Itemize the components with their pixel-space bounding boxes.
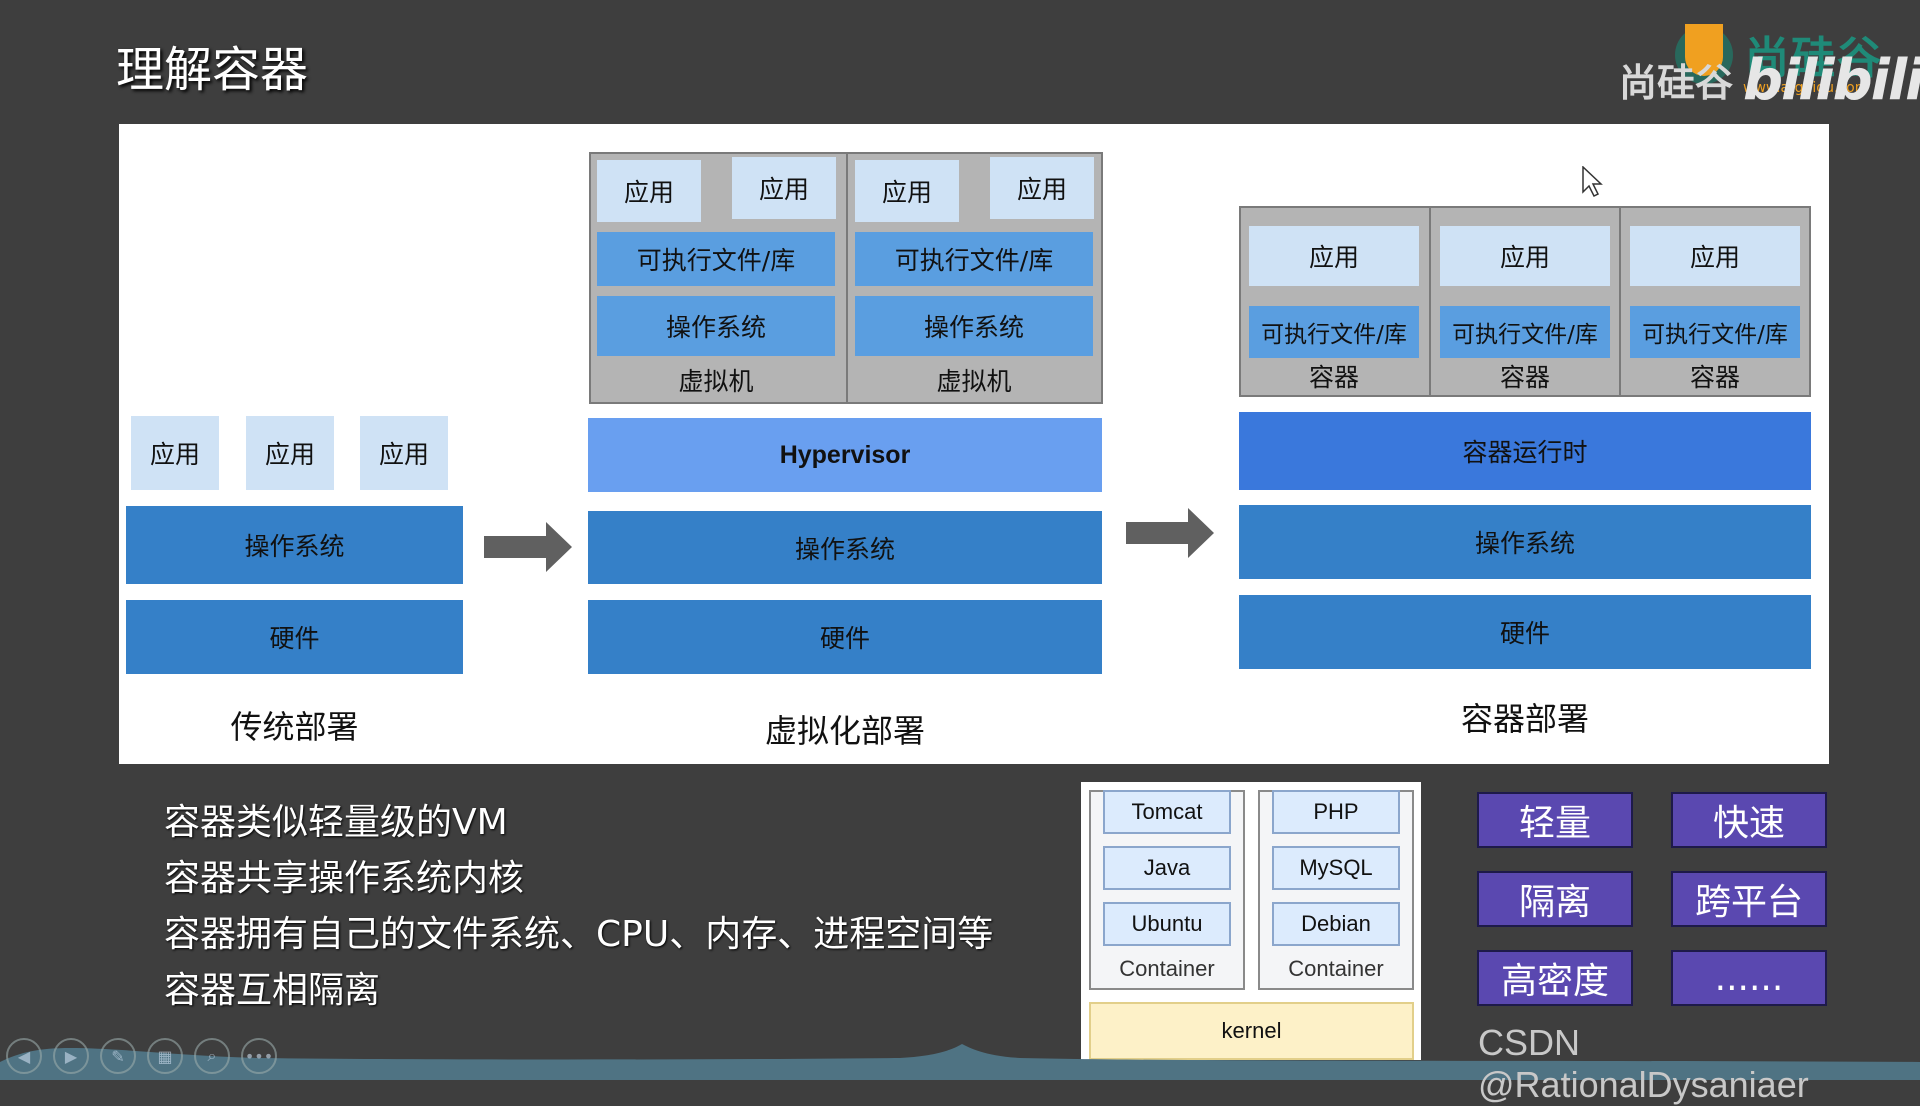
mouse-cursor-icon [1582,166,1603,198]
vm1-label: 虚拟机 [678,367,754,396]
slides-icon[interactable]: ▦ [147,1038,183,1074]
container1-label: 容器 [1308,363,1359,392]
layer-debian: Debian [1272,902,1400,946]
arrow-right-icon [1126,508,1214,558]
layer-tomcat: Tomcat [1103,790,1231,834]
virtualized-caption: 虚拟化部署 [764,712,925,750]
traditional-caption: 传统部署 [230,708,359,746]
feature-fast: 快速 [1671,792,1827,848]
feature-isolation: 隔离 [1477,871,1633,927]
hypervisor-layer: Hypervisor [588,418,1102,492]
csdn-watermark: CSDN @RationalDysaniaer [1478,1022,1809,1105]
vm2-os: 操作系统 [855,296,1093,356]
arrow-right-icon [484,522,572,572]
feature-cross-platform: 跨平台 [1671,871,1827,927]
container-divider-1 [1429,206,1431,397]
previous-icon[interactable]: ◀ [6,1038,42,1074]
feature-lightweight: 轻量 [1477,792,1633,848]
feature-high-density: 高密度 [1477,950,1633,1006]
vm1-app-2: 应用 [732,157,836,219]
traditional-hardware: 硬件 [126,600,463,674]
zoom-icon[interactable]: ⌕ [194,1038,230,1074]
container-os: 操作系统 [1239,505,1811,579]
feature-more: ...... [1671,950,1827,1006]
vm1-os: 操作系统 [597,296,835,356]
slide-title: 理解容器 [116,42,309,98]
bullet-item: 容器共享操作系统内核 [164,858,525,899]
container-runtime-layer: 容器运行时 [1239,412,1811,490]
container-example-diagram: Tomcat Java Ubuntu Container PHP MySQL D… [1081,782,1421,1060]
container2-label: 容器 [1499,363,1550,392]
traditional-app-1: 应用 [131,416,219,490]
brand-logo: 尚硅谷 www.atguigu.com bilibili 尚硅谷 [1615,22,1920,113]
layer-php: PHP [1272,790,1400,834]
virtualized-os: 操作系统 [588,511,1102,584]
traditional-app-2: 应用 [246,416,334,490]
virtualized-hardware: 硬件 [588,600,1102,674]
container3-libs: 可执行文件/库 [1630,306,1800,358]
pen-icon[interactable]: ✎ [100,1038,136,1074]
container2-app: 应用 [1440,226,1610,286]
container-hardware: 硬件 [1239,595,1811,669]
vm-divider [846,152,848,404]
container-label: Container [1288,956,1384,981]
logo-brand-text: 尚硅谷 [1619,61,1734,105]
layer-mysql: MySQL [1272,846,1400,890]
layer-ubuntu: Ubuntu [1103,902,1231,946]
container1-app: 应用 [1249,226,1419,286]
container-divider-2 [1619,206,1621,397]
vm1-app-1: 应用 [597,160,701,222]
vm2-app-2: 应用 [990,157,1094,219]
container-label: Container [1119,956,1215,981]
container-caption: 容器部署 [1460,700,1589,738]
container3-app: 应用 [1630,226,1800,286]
vm2-label: 虚拟机 [936,367,1012,396]
bullet-list: 容器类似轻量级的VM 容器共享操作系统内核 容器拥有自己的文件系统、CPU、内存… [164,795,993,1019]
more-icon[interactable]: ••• [241,1038,277,1074]
layer-java: Java [1103,846,1231,890]
bullet-item: 容器互相隔离 [164,970,381,1011]
traditional-app-3: 应用 [360,416,448,490]
bilibili-logo: bilibili [1743,48,1920,113]
traditional-os: 操作系统 [126,506,463,584]
container3-label: 容器 [1689,363,1740,392]
container2-libs: 可执行文件/库 [1440,306,1610,358]
bullet-item: 容器拥有自己的文件系统、CPU、内存、进程空间等 [164,914,994,955]
vm1-libs: 可执行文件/库 [597,232,835,286]
next-icon[interactable]: ▶ [53,1038,89,1074]
bullet-item: 容器类似轻量级的VM [164,802,508,843]
vm2-libs: 可执行文件/库 [855,232,1093,286]
container1-libs: 可执行文件/库 [1249,306,1419,358]
vm2-app-1: 应用 [855,160,959,222]
